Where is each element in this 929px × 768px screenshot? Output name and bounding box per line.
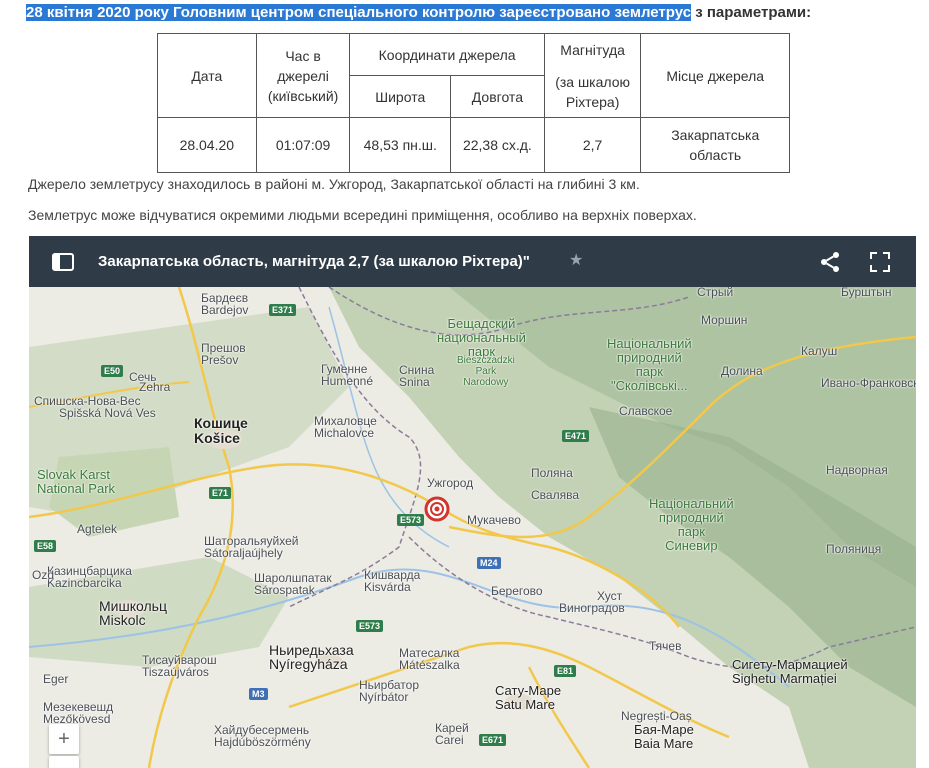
place-label: Tiszaújváros (142, 665, 209, 679)
place-label: Долина (721, 364, 763, 378)
place-label: Nyírbátor (359, 690, 409, 704)
place-label: Ozd (32, 568, 55, 582)
place-label: Kazincbarcika (47, 576, 122, 590)
place-label: Prešov (201, 353, 239, 367)
header-coords: Координати джерела (349, 33, 545, 76)
cell-longitude: 22,38 сх.д. (450, 117, 545, 173)
cell-place: Закарпатська область (640, 117, 790, 173)
place-label: Славское (619, 404, 673, 418)
place-label: Хуст (597, 589, 623, 603)
park-label: Бещадский национальный парк (437, 316, 526, 359)
earthquake-params-table: Дата Час в джерелі (київський) Координат… (157, 33, 790, 173)
heading-rest: з параметрами: (691, 4, 812, 21)
share-icon[interactable] (818, 250, 842, 274)
park-label: Національний природний парк "Сколівські.… (607, 336, 692, 393)
road-shield: E58 (34, 540, 57, 552)
place-label: Negrești-Oaș (621, 709, 692, 723)
cell-latitude: 48,53 пн.ш. (349, 117, 452, 173)
place-label: Свалява (531, 488, 579, 502)
header-date: Дата (157, 33, 257, 118)
map-embed[interactable]: Закарпатська область, магнітуда 2,7 (за … (29, 236, 916, 768)
place-label: Мукачево (467, 513, 521, 527)
place-label: Виноградов (559, 601, 625, 615)
header-magnitude: Магнітуда (за шкалою Ріхтера) (543, 33, 642, 118)
road-shield: E81 (554, 665, 577, 677)
header-latitude: Широта (349, 75, 452, 118)
road-shield: E573 (397, 514, 425, 526)
place-label: Мишкольц (99, 598, 167, 614)
place-label: Сигету-Мармацией (732, 657, 848, 672)
park-label: Slovak Karst National Park (37, 467, 116, 496)
road-shield: E671 (479, 734, 507, 746)
paragraph-depth: Джерело землетрусу знаходилось в районі … (28, 176, 640, 192)
header-time: Час в джерелі (київський) (255, 33, 351, 118)
paragraph-felt: Землетрус може відчуватися окремими людь… (28, 207, 697, 223)
announcement-heading: 28 квітня 2020 року Головним центром спе… (26, 4, 811, 21)
place-label: Бая-Маре (634, 722, 694, 737)
road-shield: E50 (101, 365, 124, 377)
header-magnitude-title: Магнітуда (560, 41, 625, 58)
road-shield: E573 (356, 620, 384, 632)
star-icon[interactable]: ★ (569, 250, 583, 270)
place-label: Кошице (194, 415, 248, 431)
place-label: Bardejov (201, 303, 249, 317)
place-label: Baia Mare (634, 736, 694, 751)
place-label: Ивано-Франковск (821, 376, 916, 390)
place-label: Бурштын (841, 285, 892, 299)
place-label: Надворная (826, 463, 888, 477)
park-label: Bieszczadzki Park Narodowy (457, 355, 515, 388)
header-place: Місце джерела (640, 33, 790, 118)
place-label: Поляна (531, 466, 573, 480)
heading-highlight: 28 квітня 2020 року Головним центром спе… (26, 4, 692, 21)
place-label: Carei (435, 733, 464, 747)
cell-magnitude: 2,7 (543, 117, 642, 173)
place-label: Калуш (801, 344, 838, 358)
zoom-in-button[interactable]: + (49, 724, 79, 754)
road-shield: M24 (477, 557, 501, 569)
place-label: Моршин (701, 313, 748, 327)
place-label: Košice (194, 430, 240, 446)
place-label: Mátészalka (399, 658, 460, 672)
header-magnitude-scale: (за шкалою Ріхтера) (555, 73, 631, 110)
place-label: Satu Mare (495, 697, 555, 712)
road-shield: M3 (249, 688, 268, 700)
place-label: Стрый (697, 285, 734, 299)
fullscreen-icon[interactable] (868, 250, 892, 274)
cell-date: 28.04.20 (157, 117, 257, 173)
place-label: Ужгород (427, 476, 474, 490)
place-label: Сату-Маре (495, 683, 562, 698)
place-label: Берегово (491, 584, 543, 598)
place-label: Тячев (649, 639, 682, 653)
place-label: Kisvárda (364, 580, 411, 594)
place-label: Eger (43, 672, 69, 686)
road-shield: E71 (209, 487, 232, 499)
road-shield: E371 (269, 304, 297, 316)
place-label: Snina (399, 375, 430, 389)
place-label: Sárospatak (254, 583, 315, 597)
place-label: Humenné (321, 374, 374, 388)
place-label: Ньиредьхаза (269, 642, 354, 658)
road-shield: E471 (562, 430, 590, 442)
map-title: Закарпатська область, магнітуда 2,7 (за … (98, 253, 530, 270)
map-header: Закарпатська область, магнітуда 2,7 (за … (29, 236, 916, 287)
zoom-out-button[interactable]: − (49, 756, 79, 768)
place-label: Spišská Nová Ves (59, 406, 156, 420)
place-label: Sátoraljaújhely (204, 546, 283, 560)
header-longitude: Довгота (450, 75, 545, 118)
place-label: Zehra (139, 380, 171, 394)
place-label: Nyíregyháza (269, 656, 348, 672)
place-label: Hajdúböszörmény (214, 735, 311, 749)
map-canvas[interactable]: Бардеєв Bardejov Прешов Prešov Гуменне H… (29, 285, 916, 768)
park-label: Національний природний парк Синевир (649, 496, 734, 553)
legend-toggle-icon[interactable] (51, 250, 75, 274)
place-label: Agtelek (77, 522, 118, 536)
place-label: Поляниця (826, 542, 882, 556)
cell-time: 01:07:09 (255, 117, 351, 173)
place-label: Miskolc (99, 612, 146, 628)
place-label: Sighetu Marmației (732, 671, 837, 686)
place-label: Michalovce (314, 426, 375, 440)
